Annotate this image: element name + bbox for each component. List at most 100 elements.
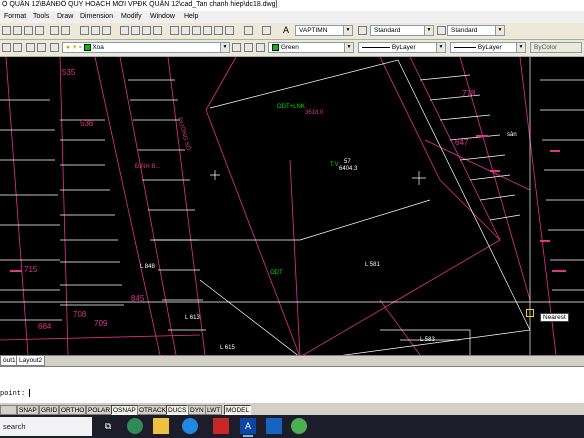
color-select[interactable]: Green ▼ [268, 42, 354, 53]
toggle-polar[interactable]: POLAR [86, 405, 113, 415]
lock-icon: ▫ [79, 44, 82, 51]
image-icon[interactable] [37, 43, 46, 52]
menu-tools[interactable]: Tools [33, 13, 49, 20]
text-style-value: VAPTIMN [299, 27, 328, 34]
menu-dimension[interactable]: Dimension [80, 13, 113, 20]
menu-modify[interactable]: Modify [121, 13, 142, 20]
toggle-grid[interactable]: GRID [39, 405, 60, 415]
menu-window[interactable]: Window [150, 13, 175, 20]
copy-icon[interactable] [80, 26, 89, 35]
menu-help[interactable]: Help [184, 13, 198, 20]
parcel-label: 647 [455, 138, 469, 147]
tool-palette-icon[interactable] [192, 26, 201, 35]
toggle-otrack[interactable]: OTRACK [137, 405, 169, 415]
plotstyle-value: ByColor [534, 44, 558, 51]
chevron-down-icon[interactable]: ▼ [436, 43, 445, 52]
tab-layout2[interactable]: Layout2 [16, 356, 46, 366]
image-icon[interactable] [26, 43, 35, 52]
toggle-dyn[interactable]: DYN [188, 405, 206, 415]
chevron-down-icon[interactable]: ▼ [343, 26, 352, 35]
layer-icon[interactable] [256, 43, 265, 52]
lineweight-select[interactable]: ByLayer ▼ [450, 42, 526, 53]
autocad-icon[interactable] [213, 418, 229, 434]
toggle-lwt[interactable]: LWT [205, 405, 223, 415]
linetype-select[interactable]: ByLayer ▼ [358, 42, 446, 53]
arrow-icon[interactable] [2, 26, 11, 35]
linetype-value: ByLayer [391, 44, 416, 51]
text-style-icon[interactable]: A [283, 26, 292, 35]
open-file-icon[interactable] [24, 26, 33, 35]
drawing-canvas[interactable]: 535 536 ĐINH B... 845 709 708 684 715 77… [0, 57, 584, 355]
parcel-label: 57 [344, 159, 351, 165]
zoom-window-icon[interactable] [142, 26, 151, 35]
markup-icon[interactable] [214, 26, 223, 35]
make-object-layer-current-icon[interactable] [232, 43, 241, 52]
table-style-icon[interactable] [437, 26, 446, 35]
chevron-down-icon[interactable]: ▼ [344, 43, 353, 52]
chevron-down-icon[interactable]: ▼ [495, 26, 504, 35]
task-view-icon[interactable]: ⧉ [100, 418, 116, 434]
autocad-active-window-icon[interactable]: A [240, 418, 256, 437]
calculator-icon[interactable] [225, 26, 234, 35]
lineweight-preview [454, 46, 476, 48]
parcel-label: ĐINH B... [135, 164, 161, 170]
chat-app-icon[interactable] [127, 418, 143, 434]
toggle-model[interactable]: MODEL [224, 405, 252, 415]
windows-taskbar: search ⧉ A [0, 415, 584, 438]
menu-format[interactable]: Format [4, 13, 26, 20]
design-center-icon[interactable] [181, 26, 190, 35]
zoom-previous-icon[interactable] [153, 26, 162, 35]
lineweight-value: ByLayer [477, 44, 502, 51]
parcel-label: L 583 [420, 337, 435, 343]
parcel-label: 845 [131, 294, 145, 303]
layer-select[interactable]: ● ☀ ▫ Xoa ▼ [62, 42, 230, 53]
toggle-snap[interactable]: SNAP [17, 405, 39, 415]
parcel-label: 709 [94, 319, 108, 328]
dim-style-icon[interactable] [358, 26, 367, 35]
taskbar-search-box[interactable]: search [0, 417, 92, 436]
file-explorer-icon[interactable] [153, 418, 169, 434]
layer-icon[interactable] [244, 43, 253, 52]
layer-states-icon[interactable] [13, 43, 22, 52]
undo-icon[interactable] [91, 26, 100, 35]
parcel-label: ODT [270, 270, 283, 276]
layer-manager-icon[interactable] [2, 43, 11, 52]
toggle-ducs[interactable]: DUCS [166, 405, 189, 415]
menu-draw[interactable]: Draw [57, 13, 73, 20]
table-style-value: Standard [451, 27, 478, 34]
word-icon[interactable] [266, 418, 282, 434]
chevron-down-icon[interactable]: ▼ [424, 26, 433, 35]
redo-icon[interactable] [102, 26, 111, 35]
browser-icon[interactable] [291, 418, 307, 434]
pan-icon[interactable] [120, 26, 129, 35]
chevron-down-icon[interactable]: ▼ [220, 43, 229, 52]
properties-icon[interactable] [170, 26, 179, 35]
layers-toolbar: ● ☀ ▫ Xoa ▼ Green ▼ ByLayer ▼ ByLayer ▼ … [0, 40, 584, 57]
osnap-tooltip: Nearest [540, 313, 569, 322]
dim-style-select[interactable]: Standard ▼ [370, 25, 434, 36]
command-prompt: point: [0, 390, 26, 398]
layout-tabs: ȯut1 Layout2 [0, 355, 584, 366]
new-file-icon[interactable] [13, 26, 22, 35]
table-style-select[interactable]: Standard ▼ [447, 25, 505, 36]
edge-browser-icon[interactable] [182, 418, 198, 434]
sheet-set-icon[interactable] [203, 26, 212, 35]
save-icon[interactable] [35, 26, 44, 35]
drawing-geometry [0, 57, 584, 355]
color-value: Green [280, 44, 299, 51]
toggle-osnap[interactable]: OSNAP [111, 405, 138, 415]
pencil-icon[interactable] [50, 26, 59, 35]
chevron-down-icon[interactable]: ▼ [516, 43, 525, 52]
toggle-ortho[interactable]: ORTHO [59, 405, 87, 415]
zoom-realtime-icon[interactable] [131, 26, 140, 35]
plotstyle-select[interactable]: ByColor [530, 42, 582, 53]
paint-bucket-icon[interactable] [61, 26, 70, 35]
parcel-label: sân [507, 132, 517, 138]
layer-color-swatch [83, 43, 91, 51]
save-icon[interactable] [244, 26, 253, 35]
parcel-label: 715 [24, 265, 38, 274]
layer-previous-icon[interactable] [50, 43, 59, 52]
help-icon[interactable] [262, 26, 271, 35]
text-style-select[interactable]: VAPTIMN ▼ [295, 25, 353, 36]
command-line[interactable]: point: [0, 389, 584, 400]
